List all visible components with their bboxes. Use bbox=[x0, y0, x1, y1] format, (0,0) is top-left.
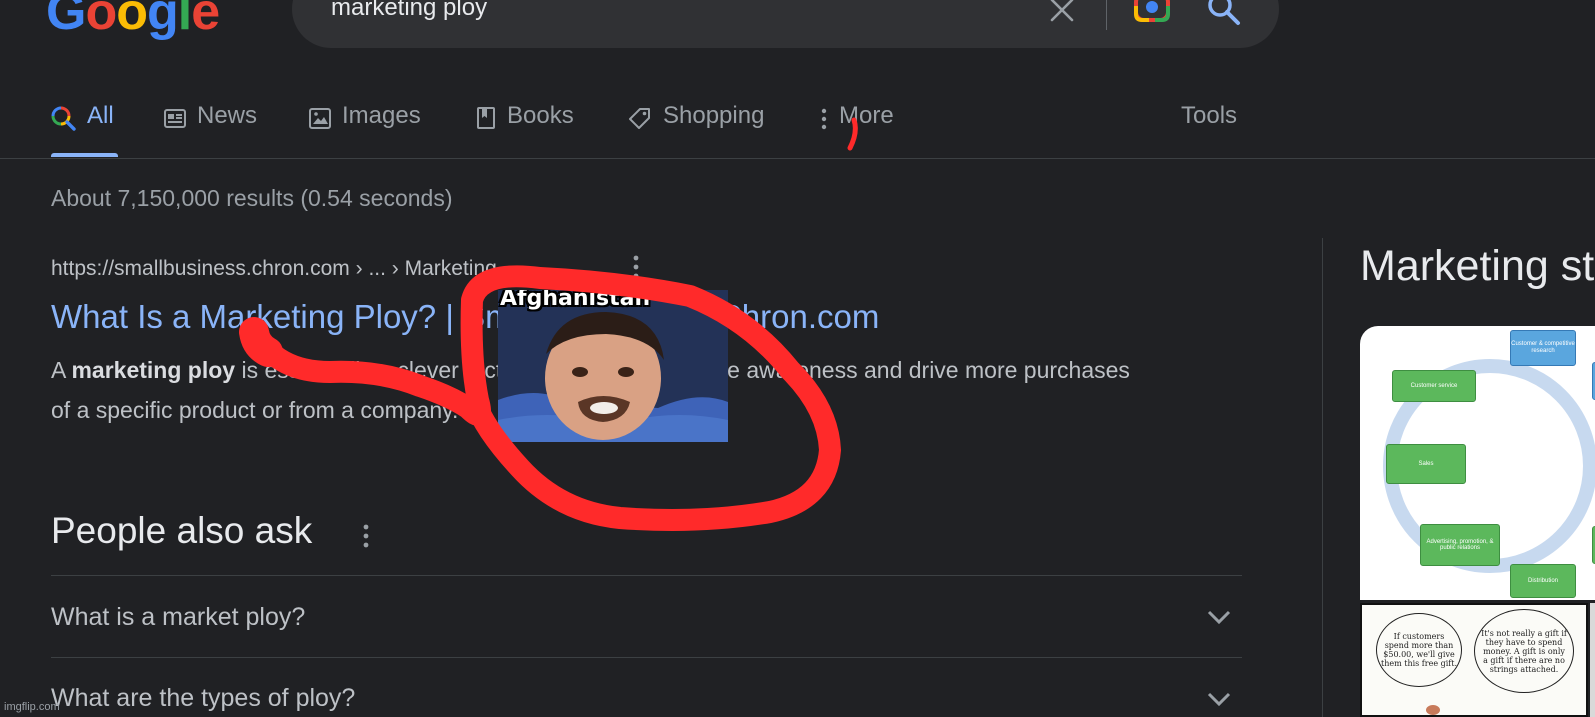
tab-all-label: All bbox=[87, 102, 114, 129]
book-icon bbox=[477, 107, 495, 129]
result-stats: About 7,150,000 results (0.54 seconds) bbox=[51, 185, 453, 211]
result-title-link[interactable]: What Is a Marketing Ploy? | Small Busine… bbox=[51, 298, 879, 336]
people-also-ask-title: People also ask bbox=[51, 510, 313, 551]
paa-question[interactable]: What is a market ploy? bbox=[51, 603, 305, 632]
diagram-box-sales: Sales bbox=[1386, 444, 1466, 484]
clear-search-icon[interactable] bbox=[1048, 0, 1076, 24]
tag-icon bbox=[629, 108, 650, 129]
tab-all[interactable]: All bbox=[51, 102, 114, 152]
diagram-box-research: Customer & competitive research bbox=[1510, 330, 1576, 366]
tab-shopping[interactable]: Shopping bbox=[627, 102, 764, 152]
paa-menu-icon[interactable] bbox=[360, 523, 372, 549]
tab-books-label: Books bbox=[507, 102, 574, 129]
column-divider bbox=[1322, 238, 1323, 717]
diagram-box-advertising: Advertising, promotion, & public relatio… bbox=[1420, 524, 1500, 566]
snippet-prefix: A bbox=[51, 357, 72, 383]
paa-divider bbox=[51, 575, 1242, 576]
logo-letter: o bbox=[116, 0, 148, 41]
kebab-menu-icon bbox=[821, 108, 827, 130]
diagram-box-service: Customer service bbox=[1392, 370, 1476, 402]
logo-letter: o bbox=[85, 0, 117, 41]
search-divider bbox=[1106, 0, 1107, 30]
tab-news[interactable]: News bbox=[163, 102, 257, 152]
paa-divider bbox=[51, 657, 1242, 658]
tab-tools-label: Tools bbox=[1181, 102, 1238, 129]
search-input[interactable]: marketing ploy bbox=[331, 0, 487, 22]
tab-books[interactable]: Books bbox=[475, 102, 574, 152]
logo-letter: G bbox=[46, 0, 86, 41]
multicolor-search-icon bbox=[51, 106, 76, 131]
result-menu-icon[interactable] bbox=[630, 254, 642, 280]
logo-letter: g bbox=[146, 0, 179, 41]
google-logo[interactable]: Google bbox=[46, 0, 220, 41]
comic-figure bbox=[1426, 705, 1440, 715]
tab-shopping-label: Shopping bbox=[663, 102, 765, 129]
tab-news-label: News bbox=[197, 102, 258, 129]
tab-more-label: More bbox=[839, 102, 894, 129]
google-lens-icon[interactable] bbox=[1133, 0, 1171, 24]
snippet-bold: marketing ploy bbox=[71, 357, 236, 383]
logo-letter: e bbox=[191, 0, 220, 41]
chevron-down-icon[interactable] bbox=[1205, 607, 1233, 627]
marketing-diagram-image[interactable]: Customer & competitive research Customer… bbox=[1360, 326, 1595, 600]
image-icon bbox=[309, 108, 331, 129]
tab-tools[interactable]: Tools bbox=[1181, 102, 1237, 152]
meme-image: Afghanistan bbox=[498, 290, 728, 442]
paa-question[interactable]: What are the types of ploy? bbox=[51, 684, 355, 713]
tab-images-label: Images bbox=[342, 102, 421, 129]
search-icon[interactable] bbox=[1206, 0, 1242, 26]
tab-images[interactable]: Images bbox=[308, 102, 421, 152]
tabs-divider bbox=[0, 158, 1595, 159]
imgflip-watermark: imgflip.com bbox=[4, 701, 60, 713]
next-image-edge[interactable] bbox=[1590, 603, 1595, 717]
comic-bubble-2: It's not really a gift if they have to s… bbox=[1474, 609, 1574, 693]
result-url[interactable]: https://smallbusiness.chron.com › ... › … bbox=[51, 257, 497, 281]
logo-letter: l bbox=[177, 0, 192, 41]
diagram-box-distribution: Distribution bbox=[1510, 564, 1576, 598]
chevron-down-icon[interactable] bbox=[1205, 689, 1233, 709]
marketing-comic-image[interactable]: If customers spend more than $50.00, we'… bbox=[1360, 603, 1588, 717]
tab-more[interactable]: More bbox=[819, 102, 894, 152]
knowledge-panel-title: Marketing st bbox=[1360, 242, 1595, 290]
comic-bubble-1: If customers spend more than $50.00, we'… bbox=[1376, 613, 1462, 687]
meme-caption: Afghanistan bbox=[500, 290, 651, 311]
newspaper-icon bbox=[164, 109, 186, 128]
active-tab-indicator bbox=[51, 153, 118, 157]
